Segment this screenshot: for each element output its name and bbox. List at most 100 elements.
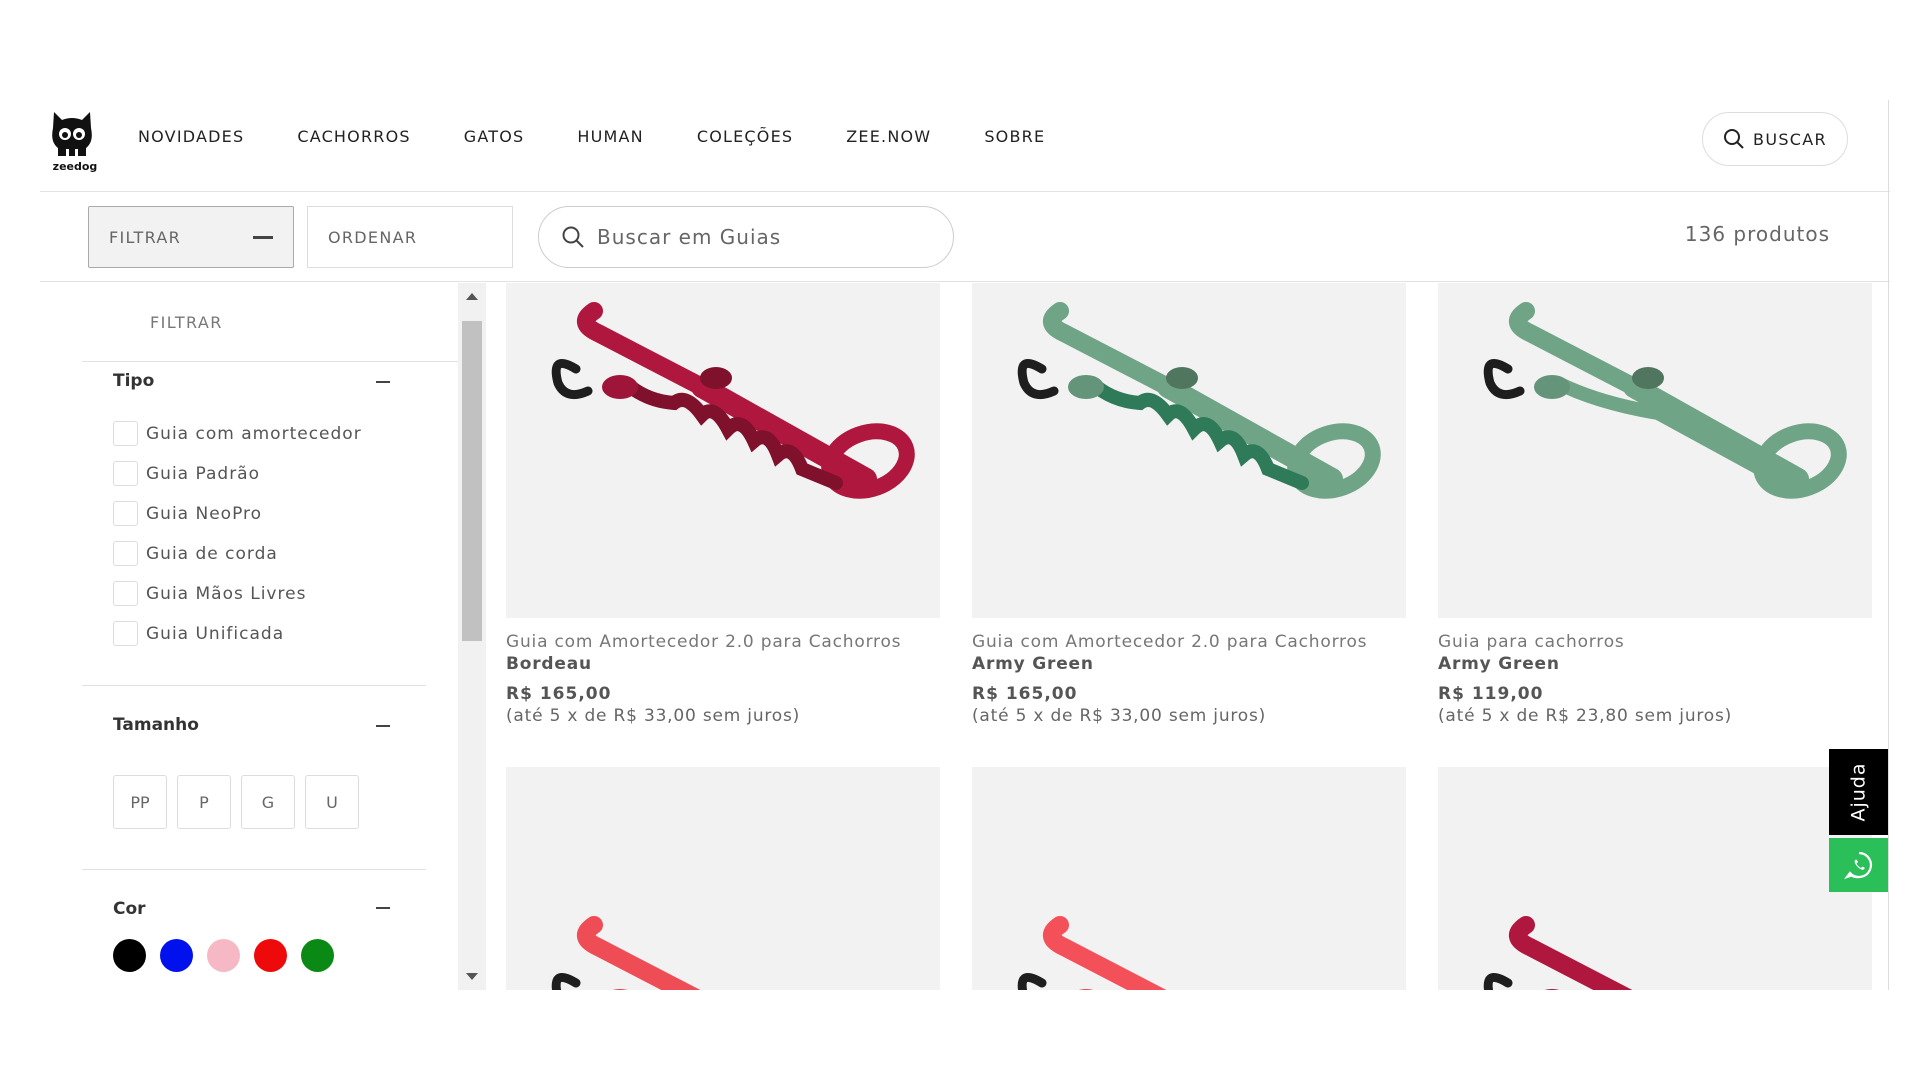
filter-toggle-button[interactable]: FILTRAR [88, 206, 294, 268]
sort-label: ORDENAR [328, 227, 418, 247]
leash-connector [700, 367, 732, 389]
leash-group [1483, 302, 1847, 499]
product-price: R$ 165,00 [972, 684, 1078, 704]
product-image[interactable] [506, 283, 940, 618]
scroll-up-arrow-icon[interactable] [466, 293, 478, 300]
filter-option-guia-padrao[interactable]: Guia Padrão [113, 461, 260, 486]
product-image[interactable] [1438, 283, 1872, 618]
product-card[interactable] [972, 767, 1406, 990]
filter-toggle-label: FILTRAR [109, 227, 182, 247]
search-icon [1724, 129, 1744, 149]
whatsapp-button[interactable] [1829, 838, 1889, 892]
zeedog-logo[interactable]: zeedog [50, 110, 97, 173]
size-option-p[interactable]: P [177, 775, 231, 829]
leash-group [551, 302, 915, 499]
checkbox[interactable] [113, 421, 138, 446]
divider [82, 869, 426, 870]
filter-heading-cor: Cor [113, 899, 146, 919]
leash-group [1017, 302, 1381, 499]
collapse-tamanho-icon[interactable] [376, 725, 390, 727]
size-option-u[interactable]: U [305, 775, 359, 829]
product-card[interactable]: Guia com Amortecedor 2.0 para Cachorros … [506, 283, 940, 726]
leash-clip [1483, 972, 1513, 990]
checkbox[interactable] [113, 581, 138, 606]
leash-handle [1509, 916, 1633, 990]
leash-handle [1043, 916, 1167, 990]
collapse-cor-icon[interactable] [376, 907, 390, 909]
leash-handle [1043, 302, 1177, 396]
leash-clip [1483, 358, 1525, 400]
sidebar-scrollbar[interactable] [458, 283, 486, 990]
product-image[interactable] [972, 767, 1406, 990]
color-swatch-red[interactable] [254, 939, 287, 972]
option-label: Guia com amortecedor [146, 423, 362, 444]
leash-connector [1166, 367, 1198, 389]
filter-option-guia-com-amortecedor[interactable]: Guia com amortecedor [113, 421, 362, 446]
filter-heading-tipo: Tipo [113, 371, 155, 391]
logo-text: zeedog [52, 160, 98, 173]
filter-heading-tamanho: Tamanho [113, 715, 199, 735]
nav-sobre[interactable]: SOBRE [984, 127, 1045, 146]
site-header: zeedog NOVIDADES CACHORROS GATOS HUMAN C… [40, 100, 1890, 192]
product-price: R$ 165,00 [506, 684, 612, 704]
product-price: R$ 119,00 [1438, 684, 1544, 704]
product-card[interactable] [1438, 767, 1872, 990]
header-search-button[interactable]: BUSCAR [1702, 112, 1848, 166]
help-tab[interactable]: Ajuda [1829, 749, 1889, 835]
scroll-down-arrow-icon[interactable] [466, 973, 478, 980]
filter-option-guia-maos-livres[interactable]: Guia Mãos Livres [113, 581, 306, 606]
filter-option-guia-neopro[interactable]: Guia NeoPro [113, 501, 262, 526]
filter-option-guia-unificada[interactable]: Guia Unificada [113, 621, 284, 646]
leash-group [551, 916, 701, 990]
page: zeedog NOVIDADES CACHORROS GATOS HUMAN C… [40, 100, 1890, 990]
size-option-g[interactable]: G [241, 775, 295, 829]
product-name[interactable]: Guia para cachorros [1438, 632, 1872, 652]
category-search-input[interactable] [597, 225, 917, 249]
color-swatch-pink[interactable] [207, 939, 240, 972]
color-swatch-green[interactable] [301, 939, 334, 972]
nav-zee-now[interactable]: ZEE.NOW [846, 127, 931, 146]
checkbox[interactable] [113, 541, 138, 566]
leash-handle [577, 916, 701, 990]
product-image[interactable] [1438, 767, 1872, 990]
listing-toolbar: FILTRAR ORDENAR 136 produtos [40, 192, 1890, 282]
collapse-tipo-icon[interactable] [376, 381, 390, 383]
filter-sidebar-title: FILTRAR [150, 313, 223, 332]
product-color: Army Green [972, 654, 1094, 674]
product-installments: (até 5 x de R$ 33,00 sem juros) [972, 706, 1267, 726]
leash-illustration [1017, 302, 1381, 499]
leash-illustration [1483, 916, 1633, 990]
product-card[interactable]: Guia com Amortecedor 2.0 para Cachorros … [972, 283, 1406, 726]
leash-illustration [551, 916, 701, 990]
option-label: Guia de corda [146, 543, 278, 564]
product-card[interactable] [506, 767, 940, 990]
page-edge [1888, 100, 1889, 990]
checkbox[interactable] [113, 621, 138, 646]
sort-button[interactable]: ORDENAR [307, 206, 513, 268]
scrollbar-thumb[interactable] [462, 321, 482, 641]
divider [82, 685, 426, 686]
product-card[interactable]: Guia para cachorros Army Green R$ 119,00… [1438, 283, 1872, 726]
checkbox[interactable] [113, 501, 138, 526]
nav-colecoes[interactable]: COLEÇÕES [697, 127, 793, 146]
color-swatch-blue[interactable] [160, 939, 193, 972]
minus-icon [253, 235, 273, 239]
nav-cachorros[interactable]: CACHORROS [297, 127, 410, 146]
product-image[interactable] [972, 283, 1406, 618]
color-swatch-black[interactable] [113, 939, 146, 972]
leash-connector [1534, 375, 1570, 399]
nav-novidades[interactable]: NOVIDADES [138, 127, 244, 146]
checkbox[interactable] [113, 461, 138, 486]
product-name[interactable]: Guia com Amortecedor 2.0 para Cachorros [972, 632, 1406, 652]
nav-gatos[interactable]: GATOS [464, 127, 525, 146]
option-label: Guia Unificada [146, 623, 285, 644]
product-name[interactable]: Guia com Amortecedor 2.0 para Cachorros [506, 632, 940, 652]
product-image[interactable] [506, 767, 940, 990]
leash-end-loop [1753, 423, 1847, 499]
nav-human[interactable]: HUMAN [577, 127, 643, 146]
filter-option-guia-de-corda[interactable]: Guia de corda [113, 541, 278, 566]
leash-clip [551, 972, 581, 990]
help-label: Ajuda [1848, 762, 1870, 822]
leash-connector [612, 989, 628, 990]
size-option-pp[interactable]: PP [113, 775, 167, 829]
